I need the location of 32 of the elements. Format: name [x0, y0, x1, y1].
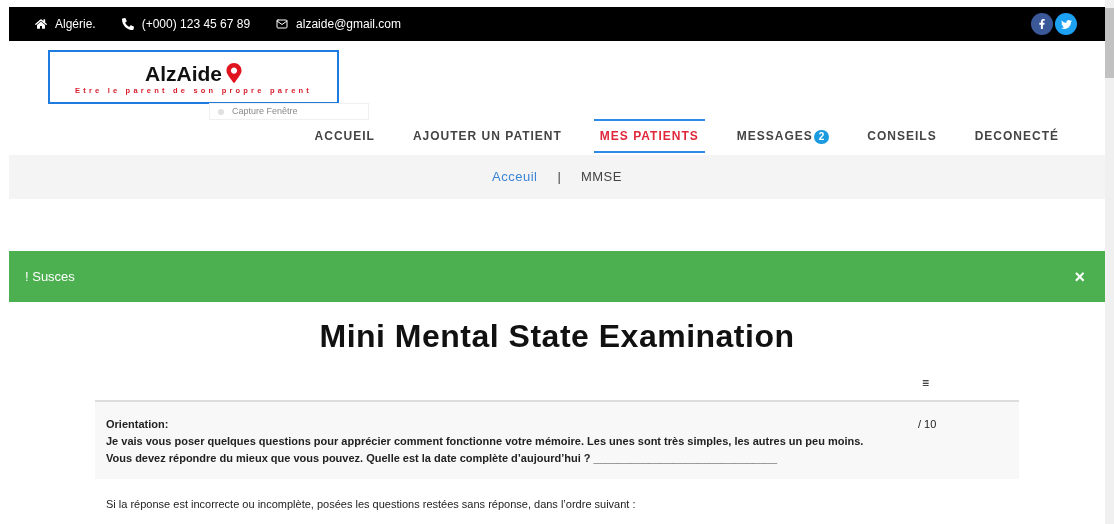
mail-icon — [276, 18, 289, 30]
location-text: Algérie. — [55, 16, 96, 33]
overlay-label: Capture Fenêtre — [232, 104, 298, 118]
twitter-link[interactable] — [1055, 13, 1077, 35]
page-title: Mini Mental State Examination — [318, 317, 796, 356]
breadcrumb-separator: | — [557, 168, 561, 187]
nav-link[interactable]: ACCUEIL — [314, 119, 375, 153]
instruction-text: Si la réponse est incorrecte ou incomplète, posées les questions restées sans réponse, dans l’ordre suivant : — [106, 498, 636, 510]
email-text: alzaide@gmail.com — [296, 16, 401, 33]
breadcrumb-current: MMSE — [580, 168, 622, 187]
table-header-mark: ≡ — [922, 375, 929, 392]
nav-link[interactable]: AJOUTER UN PATIENT — [412, 119, 562, 153]
nav-link[interactable]: MESSAGES 2 — [736, 119, 830, 153]
breadcrumb-link[interactable]: Acceuil — [492, 167, 538, 187]
nav-link[interactable]: DECONECTÉ — [974, 119, 1059, 153]
phone-icon — [121, 18, 134, 30]
facebook-link[interactable] — [1031, 13, 1053, 35]
scrollbar[interactable] — [1105, 0, 1114, 524]
nav-link[interactable]: CONSEILS — [867, 119, 937, 153]
facebook-icon — [1037, 19, 1047, 29]
message-count-badge: 2 — [813, 130, 830, 144]
nav-link[interactable]: MES PATIENTS — [593, 119, 705, 153]
home-icon — [35, 18, 47, 30]
score-text: / 10 — [918, 417, 937, 432]
question-heading: Orientation: — [106, 417, 170, 432]
logo-name: AlzAide — [145, 60, 222, 87]
map-pin-icon — [226, 63, 242, 84]
alert-message: ! Susces — [25, 267, 75, 286]
phone-text: (+000) 123 45 67 89 — [141, 16, 251, 33]
twitter-icon — [1060, 18, 1072, 30]
scrollbar-thumb[interactable] — [1105, 8, 1114, 78]
question-text: Je vais vous poser quelques questions pour apprécier comment fonctionne votre mémoire. Les unes sont très simples, les autres un peu moins. Vous devez répondre du mieux que vous pouvez. Quelle est la date complète d’aujourd’hui ? ______________________________ — [106, 434, 865, 466]
